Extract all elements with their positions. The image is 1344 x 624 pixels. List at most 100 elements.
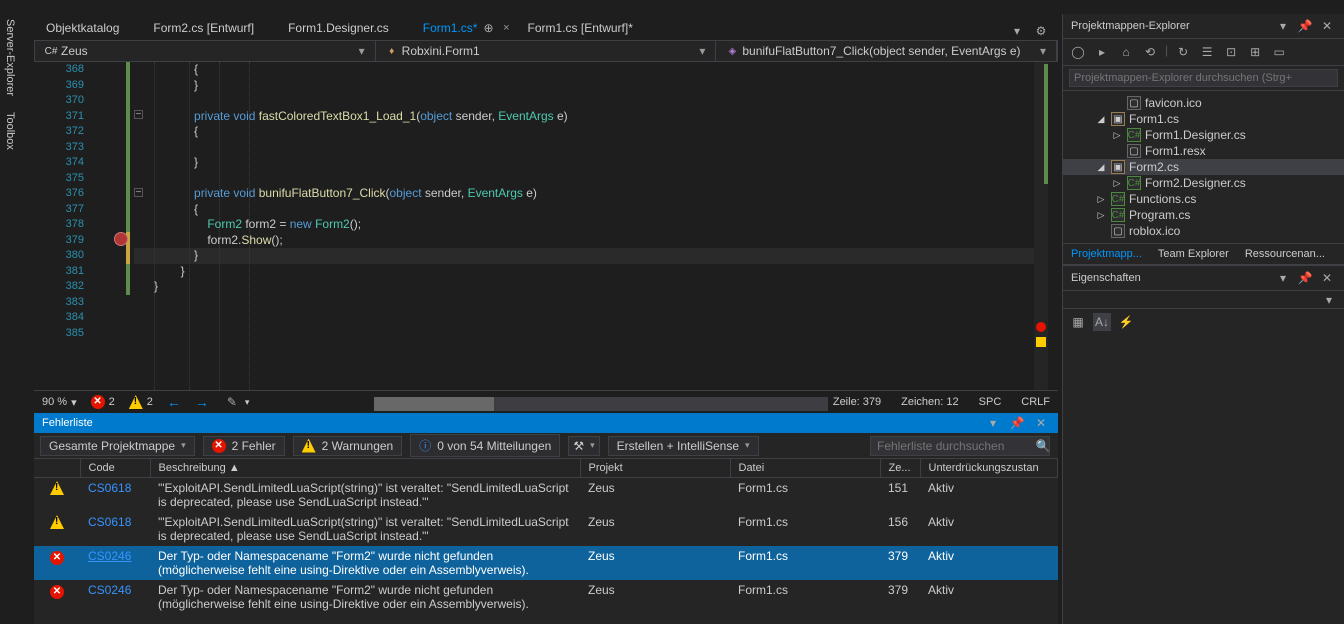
warn-marker-icon[interactable] bbox=[1036, 337, 1046, 347]
close-icon[interactable]: ✕ bbox=[1032, 414, 1050, 432]
tree-item[interactable]: C#Form1.Designer.cs bbox=[1063, 127, 1344, 143]
properties-grid[interactable] bbox=[1063, 335, 1344, 595]
fold-icon[interactable]: − bbox=[134, 110, 143, 119]
error-gutter-icon[interactable] bbox=[114, 232, 128, 246]
build-filter[interactable]: Erstellen + IntelliSense▾ bbox=[608, 436, 759, 456]
fold-icon[interactable]: − bbox=[134, 188, 143, 197]
tab-form1-cs[interactable]: Form1.cs*⊕× bbox=[411, 16, 516, 40]
search-icon[interactable]: 🔍 bbox=[1034, 437, 1052, 455]
nav-class[interactable]: ♦ Robxini.Form1 ▾ bbox=[376, 41, 717, 61]
tree-item[interactable]: C#Form2.Designer.cs bbox=[1063, 175, 1344, 191]
tree-item[interactable]: ▣Form1.cs bbox=[1063, 111, 1344, 127]
tab-objektkatalog[interactable]: Objektkatalog bbox=[34, 16, 141, 40]
error-toolbar: Gesamte Projektmappe▾ ✕2 Fehler 2 Warnun… bbox=[34, 433, 1058, 459]
error-code[interactable]: CS0246 bbox=[88, 583, 131, 597]
pin-icon[interactable]: 📌 bbox=[1296, 17, 1314, 35]
filter-messages[interactable]: ⓘ0 von 54 Mitteilungen bbox=[410, 434, 560, 457]
properties-icon[interactable]: ⊞ bbox=[1246, 43, 1264, 61]
collapse-icon[interactable] bbox=[1095, 162, 1107, 173]
zoom-level[interactable]: 90 % ▾ bbox=[42, 396, 77, 409]
nav-project[interactable]: C# Zeus ▾ bbox=[35, 41, 376, 61]
solution-explorer-title[interactable]: Projektmappen-Explorer ▾ 📌 ✕ bbox=[1063, 14, 1344, 39]
error-col-header[interactable] bbox=[34, 459, 80, 478]
error-row[interactable]: ✕CS0246Der Typ- oder Namespacename "Form… bbox=[34, 580, 1058, 614]
tab-projektmappe[interactable]: Projektmapp... bbox=[1063, 244, 1150, 264]
error-search-input[interactable] bbox=[870, 436, 1050, 456]
error-col-header[interactable]: Beschreibung ▲ bbox=[150, 459, 580, 478]
expand-icon[interactable] bbox=[1095, 210, 1107, 221]
tree-item[interactable]: C#Program.cs bbox=[1063, 207, 1344, 223]
show-all-icon[interactable]: ⊡ bbox=[1222, 43, 1240, 61]
error-search[interactable] bbox=[870, 436, 1050, 456]
close-icon[interactable]: ✕ bbox=[1318, 269, 1336, 287]
expand-icon[interactable] bbox=[1111, 178, 1123, 189]
categorized-icon[interactable]: ▦ bbox=[1069, 313, 1087, 331]
nav-back-icon[interactable]: ← bbox=[167, 394, 181, 410]
collapse-icon[interactable] bbox=[1095, 114, 1107, 125]
close-icon[interactable]: ✕ bbox=[1318, 17, 1336, 35]
dropdown-icon[interactable]: ▾ bbox=[1274, 17, 1292, 35]
tab-ressourcen[interactable]: Ressourcenan... bbox=[1237, 244, 1333, 264]
filter-errors[interactable]: ✕2 Fehler bbox=[203, 436, 285, 456]
minimap-scrollbar[interactable] bbox=[1034, 62, 1048, 390]
error-code[interactable]: CS0618 bbox=[88, 515, 131, 529]
chevron-down-icon[interactable]: ▾ bbox=[1320, 291, 1338, 309]
pin-icon[interactable]: 📌 bbox=[1008, 414, 1026, 432]
home-icon[interactable]: ⌂ bbox=[1117, 43, 1135, 61]
error-list-title[interactable]: Fehlerliste ▾ 📌 ✕ bbox=[34, 413, 1058, 433]
tree-item[interactable]: ▢Form1.resx bbox=[1063, 143, 1344, 159]
warning-count[interactable]: 2 bbox=[129, 395, 153, 409]
overflow-icon[interactable]: ▾ bbox=[1008, 22, 1026, 40]
nav-member[interactable]: ◈ bunifuFlatButton7_Click(object sender,… bbox=[716, 41, 1057, 61]
close-icon[interactable]: × bbox=[503, 22, 509, 34]
expand-icon[interactable] bbox=[1111, 130, 1123, 141]
error-col-header[interactable]: Unterdrückungszustan bbox=[920, 459, 1058, 478]
error-col-header[interactable]: Datei bbox=[730, 459, 880, 478]
forward-icon[interactable]: ▸ bbox=[1093, 43, 1111, 61]
back-icon[interactable]: ◯ bbox=[1069, 43, 1087, 61]
error-marker-icon[interactable] bbox=[1036, 322, 1046, 332]
tree-item[interactable]: ▣Form2.cs bbox=[1063, 159, 1344, 175]
tree-item[interactable]: C#Functions.cs bbox=[1063, 191, 1344, 207]
pin-icon[interactable]: 📌 bbox=[1296, 269, 1314, 287]
pen-icon[interactable]: ✎ bbox=[223, 393, 241, 411]
collapse-icon[interactable]: ☰ bbox=[1198, 43, 1216, 61]
tree-item[interactable]: ▢roblox.ico bbox=[1063, 223, 1344, 239]
sync-icon[interactable]: ⟲ bbox=[1141, 43, 1159, 61]
alphabetical-icon[interactable]: A↓ bbox=[1093, 313, 1111, 331]
side-tab-toolbox[interactable]: Toolbox bbox=[0, 104, 20, 158]
filter-warnings[interactable]: 2 Warnungen bbox=[293, 436, 403, 456]
properties-title[interactable]: Eigenschaften ▾ 📌 ✕ bbox=[1063, 266, 1344, 291]
tab-form1-design[interactable]: Form1.cs [Entwurf]* bbox=[516, 16, 655, 40]
scope-filter[interactable]: Gesamte Projektmappe▾ bbox=[40, 436, 195, 456]
dropdown-icon[interactable]: ▾ bbox=[984, 414, 1002, 432]
solution-search-input[interactable] bbox=[1069, 69, 1338, 87]
tab-team-explorer[interactable]: Team Explorer bbox=[1150, 244, 1237, 264]
error-row[interactable]: CS0618'"ExploitAPI.SendLimitedLuaScript(… bbox=[34, 512, 1058, 546]
tab-form2-design[interactable]: Form2.cs [Entwurf] bbox=[141, 16, 276, 40]
error-code[interactable]: CS0618 bbox=[88, 481, 131, 495]
error-row[interactable]: ✕CS0246Der Typ- oder Namespacename "Form… bbox=[34, 546, 1058, 580]
expand-icon[interactable] bbox=[1095, 194, 1107, 205]
build-errors-toggle[interactable]: ⚒▾ bbox=[568, 436, 599, 456]
code-editor[interactable]: 3683693703713723733743753763773783793803… bbox=[34, 62, 1058, 390]
horizontal-scrollbar[interactable] bbox=[374, 397, 828, 413]
refresh-icon[interactable]: ↻ bbox=[1174, 43, 1192, 61]
tree-item[interactable]: ▢favicon.ico bbox=[1063, 95, 1344, 111]
error-col-header[interactable]: Ze... bbox=[880, 459, 920, 478]
error-count[interactable]: ✕ 2 bbox=[91, 395, 115, 409]
nav-forward-icon[interactable]: → bbox=[195, 394, 209, 410]
preview-icon[interactable]: ▭ bbox=[1270, 43, 1288, 61]
side-tab-server-explorer[interactable]: Server-Explorer bbox=[0, 11, 20, 104]
error-row[interactable]: CS0618'"ExploitAPI.SendLimitedLuaScript(… bbox=[34, 478, 1058, 513]
error-col-header[interactable]: Code bbox=[80, 459, 150, 478]
pin-icon[interactable]: ⊕ bbox=[483, 21, 493, 35]
error-col-header[interactable]: Projekt bbox=[580, 459, 730, 478]
solution-tree[interactable]: ▢favicon.ico▣Form1.csC#Form1.Designer.cs… bbox=[1063, 91, 1344, 243]
tab-form1-designer[interactable]: Form1.Designer.cs bbox=[276, 16, 411, 40]
dropdown-icon[interactable]: ▾ bbox=[1274, 269, 1292, 287]
gear-icon[interactable]: ⚙ bbox=[1032, 22, 1050, 40]
error-code[interactable]: CS0246 bbox=[88, 549, 131, 563]
code-content[interactable]: { } private void fastColoredTextBox1_Loa… bbox=[154, 62, 1038, 341]
events-icon[interactable]: ⚡ bbox=[1117, 313, 1135, 331]
